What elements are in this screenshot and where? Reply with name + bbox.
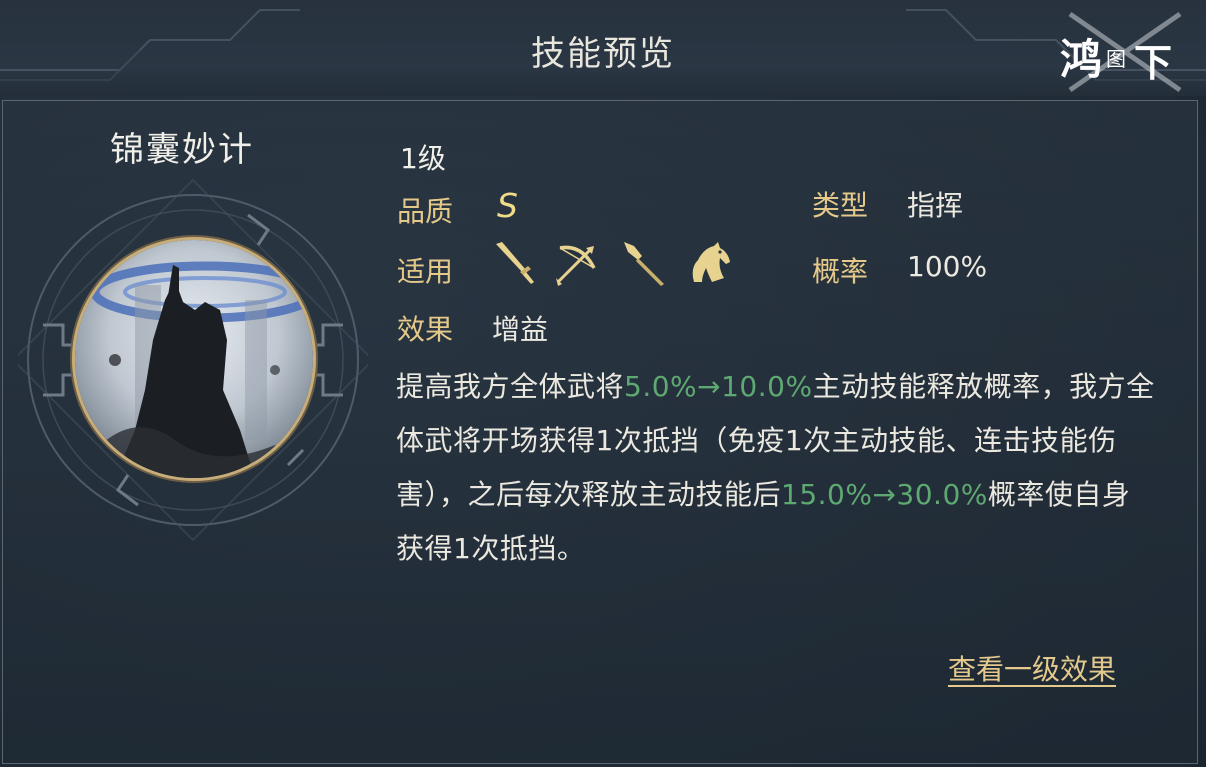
strategist-silhouette-icon (75, 240, 313, 478)
skill-preview-screen: 技能预览 鸿 图 下 锦囊妙计 1级 品质 S 类型 指挥 适用 概率 100%… (0, 0, 1206, 767)
apply-label: 适用 (397, 255, 454, 288)
skill-description: 提高我方全体武将5.0%→10.0%主动技能释放概率，我方全体武将开场获得1次抵… (396, 360, 1156, 576)
bow-icon (556, 245, 596, 286)
quality-label: 品质 (397, 195, 454, 228)
effect-value: 增益 (492, 313, 549, 346)
skill-name: 锦囊妙计 (110, 130, 254, 170)
sword-icon (496, 242, 534, 284)
logo-mark-icon: 鸿 图 下 (1060, 11, 1182, 93)
game-logo: 鸿 图 下 (1050, 4, 1200, 100)
skill-level: 1级 (400, 142, 446, 175)
svg-text:下: 下 (1134, 40, 1172, 85)
header-bar: 技能预览 (0, 0, 1206, 96)
probability-label: 概率 (812, 255, 869, 288)
effect-label: 效果 (397, 313, 454, 346)
skill-portrait (75, 240, 313, 478)
type-value: 指挥 (907, 189, 964, 222)
svg-text:图: 图 (1106, 47, 1126, 71)
page-title: 技能预览 (531, 34, 675, 74)
probability-value: 100% (907, 250, 988, 283)
view-level1-effect-link[interactable]: 查看一级效果 (948, 648, 1116, 688)
description-text-1: 提高我方全体武将 (396, 370, 625, 403)
horse-icon (692, 242, 730, 282)
type-label: 类型 (812, 189, 869, 222)
quality-value: S (497, 186, 518, 225)
description-highlight-1: 5.0%→10.0% (624, 370, 813, 403)
spear-icon (624, 242, 664, 286)
svg-text:鸿: 鸿 (1060, 35, 1102, 84)
description-highlight-2: 15.0%→30.0% (781, 478, 988, 511)
